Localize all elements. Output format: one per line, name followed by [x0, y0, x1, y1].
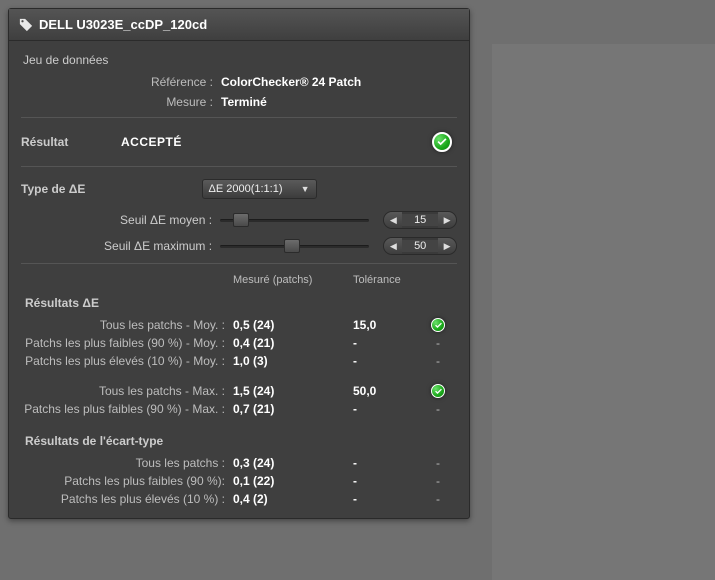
header-measured: Mesuré (patchs) [233, 274, 353, 286]
row-tolerance: - [353, 490, 423, 508]
panel-title: DELL U3023E_ccDP_120cd [39, 17, 207, 32]
max-threshold-value: 50 [402, 240, 438, 252]
stepper-decrement-button[interactable]: ◀ [384, 237, 402, 255]
row-status: - [423, 352, 453, 370]
table-row: Patchs les plus faibles (90 %) - Max. :0… [21, 400, 457, 418]
settings-panel: DELL U3023E_ccDP_120cd Jeu de données Ré… [8, 8, 470, 519]
row-status: - [423, 400, 453, 418]
row-label: Patchs les plus faibles (90 %): [21, 472, 233, 490]
row-measured: 0,5 (24) [233, 316, 353, 334]
max-threshold-label: Seuil ΔE maximum : [21, 239, 220, 253]
row-label: Tous les patchs - Moy. : [21, 316, 233, 334]
reference-label: Référence : [21, 75, 221, 89]
row-label: Tous les patchs - Max. : [21, 382, 233, 400]
row-status [423, 384, 453, 398]
header-tolerance: Tolérance [353, 274, 443, 286]
de-type-selected: ΔE 2000(1:1:1) [209, 183, 283, 195]
check-icon [432, 132, 452, 152]
stepper-decrement-button[interactable]: ◀ [384, 211, 402, 229]
table-row: Patchs les plus élevés (10 %) - Moy. :1,… [21, 352, 457, 370]
row-tolerance: - [353, 352, 423, 370]
row-measured: 0,1 (22) [233, 472, 353, 490]
row-tolerance: 50,0 [353, 382, 423, 400]
dataset-section-title: Jeu de données [23, 53, 457, 67]
avg-threshold-label: Seuil ΔE moyen : [21, 213, 220, 227]
row-label: Patchs les plus faibles (90 %) - Max. : [21, 400, 233, 418]
row-tolerance: - [353, 472, 423, 490]
row-tolerance: - [353, 334, 423, 352]
avg-threshold-value: 15 [402, 214, 438, 226]
row-measured: 0,4 (2) [233, 490, 353, 508]
row-measured: 0,4 (21) [233, 334, 353, 352]
row-measured: 0,7 (21) [233, 400, 353, 418]
avg-threshold-stepper: ◀ 15 ▶ [383, 211, 457, 229]
de-type-label: Type de ΔE [21, 182, 121, 196]
results-table-header: Mesuré (patchs) Tolérance [21, 274, 457, 286]
table-row: Tous les patchs - Moy. :0,5 (24)15,0 [21, 316, 457, 334]
table-row: Patchs les plus faibles (90 %) - Moy. :0… [21, 334, 457, 352]
row-label: Patchs les plus faibles (90 %) - Moy. : [21, 334, 233, 352]
de-results-title: Résultats ΔE [25, 296, 457, 310]
result-value: ACCEPTÉ [121, 135, 427, 149]
row-tolerance: 15,0 [353, 316, 423, 334]
chevron-down-icon: ▼ [301, 184, 310, 194]
slider-thumb[interactable] [284, 239, 300, 253]
stepper-increment-button[interactable]: ▶ [438, 237, 456, 255]
row-status: - [423, 490, 453, 508]
table-row: Tous les patchs :0,3 (24)-- [21, 454, 457, 472]
table-row: Patchs les plus élevés (10 %) :0,4 (2)-- [21, 490, 457, 508]
row-status [423, 318, 453, 332]
de-type-select[interactable]: ΔE 2000(1:1:1) ▼ [202, 179, 317, 199]
stepper-increment-button[interactable]: ▶ [438, 211, 456, 229]
tag-icon [19, 18, 33, 32]
row-measured: 1,0 (3) [233, 352, 353, 370]
row-status: - [423, 472, 453, 490]
row-status: - [423, 334, 453, 352]
preview-pane [492, 44, 715, 580]
reference-value: ColorChecker® 24 Patch [221, 75, 361, 89]
row-status: - [423, 454, 453, 472]
std-results-title: Résultats de l'écart-type [25, 434, 457, 448]
table-row: Patchs les plus faibles (90 %):0,1 (22)-… [21, 472, 457, 490]
row-tolerance: - [353, 454, 423, 472]
slider-thumb[interactable] [233, 213, 249, 227]
row-tolerance: - [353, 400, 423, 418]
table-row: Tous les patchs - Max. :1,5 (24)50,0 [21, 382, 457, 400]
row-label: Patchs les plus élevés (10 %) - Moy. : [21, 352, 233, 370]
avg-threshold-slider[interactable] [220, 213, 369, 227]
row-measured: 1,5 (24) [233, 382, 353, 400]
check-icon [431, 318, 445, 332]
row-label: Tous les patchs : [21, 454, 233, 472]
max-threshold-slider[interactable] [220, 239, 369, 253]
panel-titlebar: DELL U3023E_ccDP_120cd [9, 9, 469, 41]
measure-label: Mesure : [21, 95, 221, 109]
check-icon [431, 384, 445, 398]
measure-value: Terminé [221, 95, 267, 109]
max-threshold-stepper: ◀ 50 ▶ [383, 237, 457, 255]
result-label: Résultat [21, 135, 121, 149]
row-measured: 0,3 (24) [233, 454, 353, 472]
row-label: Patchs les plus élevés (10 %) : [21, 490, 233, 508]
